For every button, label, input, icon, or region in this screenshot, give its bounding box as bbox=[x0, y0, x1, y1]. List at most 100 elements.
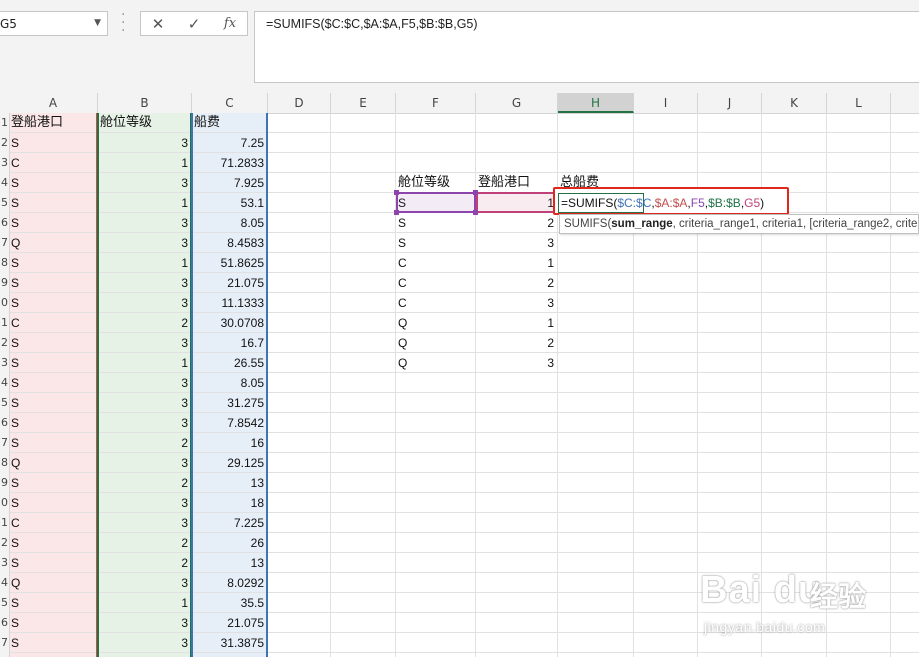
header-cell-embark[interactable]: 登船港口 bbox=[11, 113, 97, 133]
table-cell-class[interactable]: 3 bbox=[98, 373, 188, 393]
table-cell-embark[interactable]: S bbox=[11, 173, 91, 193]
table-cell-embark[interactable]: S bbox=[11, 633, 91, 653]
column-header-k[interactable]: K bbox=[762, 93, 827, 113]
table-cell-fare[interactable]: 8.4583 bbox=[192, 233, 264, 253]
table-cell-embark[interactable]: S bbox=[11, 353, 91, 373]
table-cell-embark[interactable]: S bbox=[11, 433, 91, 453]
row-header-17[interactable]: 7 bbox=[1, 433, 8, 453]
table-cell-fare[interactable]: 18 bbox=[192, 493, 264, 513]
column-header-j[interactable]: J bbox=[698, 93, 762, 113]
row-header-6[interactable]: 6 bbox=[1, 213, 8, 233]
table-cell-class[interactable]: 2 bbox=[98, 553, 188, 573]
table-cell-embark[interactable]: S bbox=[11, 393, 91, 413]
in-cell-formula[interactable]: =SUMIFS($C:$C,$A:$A,F5,$B:$B,G5) bbox=[561, 193, 764, 213]
summary-cell-class[interactable]: C bbox=[398, 273, 468, 293]
table-cell-embark[interactable]: S bbox=[11, 373, 91, 393]
row-header-3[interactable]: 3 bbox=[1, 153, 8, 173]
table-cell-class[interactable]: 3 bbox=[98, 393, 188, 413]
table-cell-class[interactable]: 3 bbox=[98, 613, 188, 633]
summary-cell-embark[interactable]: 1 bbox=[476, 193, 554, 213]
table-cell-class[interactable]: 3 bbox=[98, 233, 188, 253]
row-header-11[interactable]: 1 bbox=[1, 313, 8, 333]
table-cell-fare[interactable]: 26.55 bbox=[192, 353, 264, 373]
table-cell-embark[interactable]: C bbox=[11, 513, 91, 533]
table-cell-class[interactable]: 3 bbox=[98, 573, 188, 593]
table-cell-fare[interactable]: 16.7 bbox=[192, 333, 264, 353]
table-cell-class[interactable]: 2 bbox=[98, 473, 188, 493]
table-cell-embark[interactable]: S bbox=[11, 553, 91, 573]
table-cell-fare[interactable]: 8.0292 bbox=[192, 573, 264, 593]
table-cell-fare[interactable]: 16 bbox=[192, 433, 264, 453]
range-resize-handle[interactable] bbox=[473, 190, 478, 195]
row-header-10[interactable]: 0 bbox=[1, 293, 8, 313]
column-header-a[interactable]: A bbox=[9, 93, 98, 113]
column-header-g[interactable]: G bbox=[476, 93, 558, 113]
table-cell-fare[interactable]: 31.275 bbox=[192, 393, 264, 413]
summary-cell-class[interactable]: C bbox=[398, 253, 468, 273]
table-cell-fare[interactable]: 30.0708 bbox=[192, 313, 264, 333]
row-header-14[interactable]: 4 bbox=[1, 373, 8, 393]
row-header-15[interactable]: 5 bbox=[1, 393, 8, 413]
table-cell-class[interactable]: 3 bbox=[98, 513, 188, 533]
column-header-h[interactable]: H bbox=[558, 93, 634, 113]
table-cell-class[interactable]: 1 bbox=[98, 253, 188, 273]
row-header-20[interactable]: 0 bbox=[1, 493, 8, 513]
row-header-22[interactable]: 2 bbox=[1, 533, 8, 553]
table-cell-embark[interactable]: S bbox=[11, 213, 91, 233]
drag-handle-icon[interactable]: · · · bbox=[121, 8, 127, 38]
table-cell-embark[interactable]: S bbox=[11, 193, 91, 213]
summary-cell-embark[interactable]: 2 bbox=[476, 213, 554, 233]
row-header-2[interactable]: 2 bbox=[1, 133, 8, 153]
table-cell-class[interactable]: 3 bbox=[98, 133, 188, 153]
table-cell-fare[interactable]: 21.075 bbox=[192, 273, 264, 293]
summary-cell-class[interactable]: S bbox=[398, 213, 468, 233]
row-header-26[interactable]: 6 bbox=[1, 613, 8, 633]
table-cell-fare[interactable]: 26 bbox=[192, 533, 264, 553]
cancel-icon[interactable]: ✕ bbox=[143, 14, 173, 34]
table-cell-fare[interactable]: 8.05 bbox=[192, 373, 264, 393]
table-cell-fare[interactable]: 8.05 bbox=[192, 213, 264, 233]
summary-header-embark[interactable]: 登船港口 bbox=[478, 173, 558, 193]
table-cell-class[interactable]: 2 bbox=[98, 313, 188, 333]
table-cell-class[interactable]: 1 bbox=[98, 353, 188, 373]
summary-cell-class[interactable]: S bbox=[398, 233, 468, 253]
summary-cell-class[interactable]: Q bbox=[398, 313, 468, 333]
table-cell-embark[interactable]: S bbox=[11, 413, 91, 433]
table-cell-embark[interactable]: S bbox=[11, 593, 91, 613]
table-cell-embark[interactable]: S bbox=[11, 253, 91, 273]
column-header-l[interactable]: L bbox=[827, 93, 891, 113]
row-header-13[interactable]: 3 bbox=[1, 353, 8, 373]
row-header-23[interactable]: 3 bbox=[1, 553, 8, 573]
table-cell-fare[interactable]: 31.3875 bbox=[192, 633, 264, 653]
summary-cell-embark[interactable]: 3 bbox=[476, 233, 554, 253]
formula-input[interactable]: =SUMIFS($C:$C,$A:$A,F5,$B:$B,G5) bbox=[254, 11, 919, 83]
enter-icon[interactable]: ✓ bbox=[179, 14, 209, 34]
summary-cell-class[interactable]: Q bbox=[398, 333, 468, 353]
row-header-7[interactable]: 7 bbox=[1, 233, 8, 253]
summary-cell-embark[interactable]: 2 bbox=[476, 273, 554, 293]
table-cell-class[interactable]: 2 bbox=[98, 433, 188, 453]
table-cell-class[interactable]: 3 bbox=[98, 333, 188, 353]
table-cell-embark[interactable]: C bbox=[11, 153, 91, 173]
summary-cell-embark[interactable]: 1 bbox=[476, 313, 554, 333]
table-cell-class[interactable]: 3 bbox=[98, 293, 188, 313]
summary-cell-class[interactable]: S bbox=[398, 193, 468, 213]
summary-header-class[interactable]: 舱位等级 bbox=[398, 173, 478, 193]
summary-cell-embark[interactable]: 1 bbox=[476, 253, 554, 273]
row-header-9[interactable]: 9 bbox=[1, 273, 8, 293]
table-cell-class[interactable]: 3 bbox=[98, 493, 188, 513]
table-cell-embark[interactable]: Q bbox=[11, 453, 91, 473]
table-cell-embark[interactable]: S bbox=[11, 493, 91, 513]
column-header-m[interactable]: M bbox=[891, 93, 919, 113]
table-cell-fare[interactable]: 13 bbox=[192, 473, 264, 493]
table-cell-embark[interactable]: S bbox=[11, 533, 91, 553]
column-header-i[interactable]: I bbox=[634, 93, 698, 113]
table-cell-fare[interactable]: 7.925 bbox=[192, 173, 264, 193]
column-header-d[interactable]: D bbox=[268, 93, 331, 113]
table-cell-fare[interactable]: 7.225 bbox=[192, 513, 264, 533]
row-header-12[interactable]: 2 bbox=[1, 333, 8, 353]
table-cell-embark[interactable]: S bbox=[11, 613, 91, 633]
table-cell-fare[interactable]: 13 bbox=[192, 553, 264, 573]
table-cell-class[interactable]: 3 bbox=[98, 413, 188, 433]
row-header-4[interactable]: 4 bbox=[1, 173, 8, 193]
